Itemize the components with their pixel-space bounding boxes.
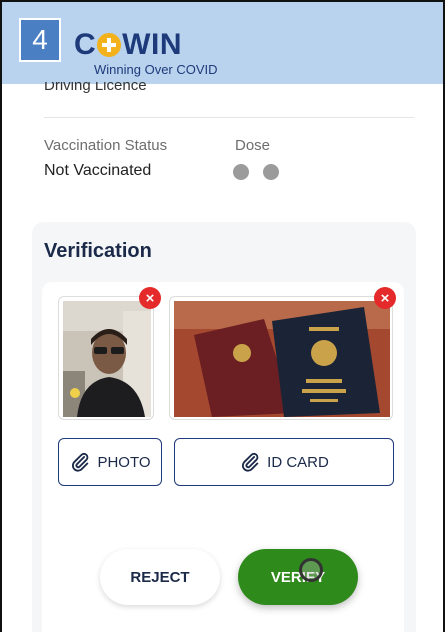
dose-label: Dose bbox=[235, 137, 271, 154]
beneficiary-photo-thumbnail[interactable]: × bbox=[58, 287, 161, 420]
id-type-value: Driving Licence bbox=[44, 82, 147, 94]
dose-indicator-2 bbox=[263, 164, 279, 180]
app-header: 4 C WIN Winning Over COVID bbox=[2, 0, 443, 84]
attach-photo-label: PHOTO bbox=[97, 453, 151, 471]
remove-photo-button[interactable]: × bbox=[139, 287, 161, 309]
reject-button[interactable]: REJECT bbox=[100, 549, 220, 605]
attach-id-card-button[interactable]: ID CARD bbox=[174, 438, 394, 486]
paperclip-icon bbox=[72, 452, 89, 472]
id-card-thumbnail[interactable]: × bbox=[169, 287, 396, 420]
brand-name-prefix: C bbox=[74, 28, 97, 61]
vaccination-status-label: Vaccination Status bbox=[44, 137, 168, 154]
passport-image bbox=[174, 301, 390, 417]
brand-plus-icon bbox=[97, 33, 122, 57]
person-photo bbox=[63, 301, 151, 417]
screen: 4 C WIN Winning Over COVID Driving Licen… bbox=[0, 0, 445, 632]
divider bbox=[44, 117, 414, 118]
brand-name-suffix: WIN bbox=[122, 28, 182, 61]
dose-indicator-1 bbox=[233, 164, 249, 180]
verification-title: Verification bbox=[44, 240, 152, 262]
brand-name: C WIN bbox=[74, 30, 218, 60]
vaccination-status-value: Not Vaccinated bbox=[44, 162, 152, 179]
paperclip-icon bbox=[242, 452, 259, 472]
verification-card: Verification × × PHOTO ID CARD bbox=[32, 222, 416, 632]
verify-button[interactable]: VERIFY bbox=[238, 549, 358, 605]
attach-photo-button[interactable]: PHOTO bbox=[58, 438, 162, 486]
touch-indicator bbox=[299, 558, 323, 582]
brand-tagline: Winning Over COVID bbox=[94, 62, 218, 77]
step-badge: 4 bbox=[19, 18, 61, 62]
cowin-logo: C WIN Winning Over COVID bbox=[74, 30, 218, 78]
remove-id-card-button[interactable]: × bbox=[374, 287, 396, 309]
attach-id-card-label: ID CARD bbox=[267, 453, 329, 471]
